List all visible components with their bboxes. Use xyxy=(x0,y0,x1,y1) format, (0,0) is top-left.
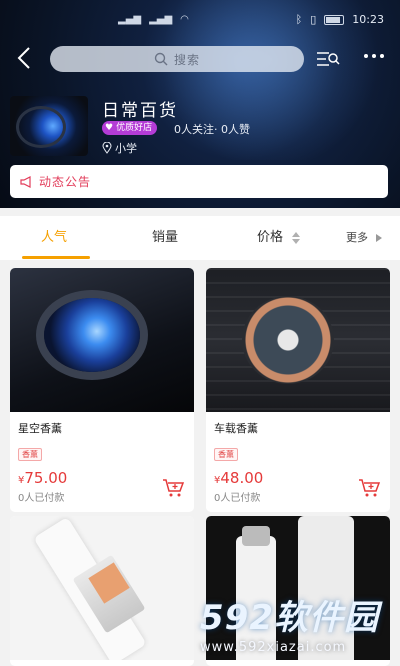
product-tag: 香薰 xyxy=(214,448,238,461)
product-card[interactable]: 车载香薰 香薰 ¥48.00 0人已付款 xyxy=(206,268,390,512)
search-placeholder: 搜索 xyxy=(173,52,200,67)
quality-shop-badge: ♥ 优质好店 xyxy=(102,121,158,135)
product-image xyxy=(10,268,194,412)
status-right: ᛒ ▯ 10:23 xyxy=(296,13,384,26)
price-value: 48.00 xyxy=(220,469,264,487)
tab-price[interactable]: 价格 xyxy=(257,216,283,260)
product-price: ¥75.00 xyxy=(18,468,67,487)
product-name: 星空香薰 xyxy=(18,422,62,435)
price-value: 75.00 xyxy=(24,469,68,487)
back-icon xyxy=(17,47,30,69)
cart-icon[interactable] xyxy=(358,478,382,498)
badge-label: 优质好店 xyxy=(116,123,153,133)
product-image xyxy=(206,268,390,412)
status-icons: ▂▄▆ ▂▄▆ ◠ xyxy=(118,14,189,25)
category-search-button[interactable] xyxy=(315,48,341,70)
location-label: 小学 xyxy=(115,142,137,155)
product-card[interactable]: 星空香薰 香薰 ¥75.00 0人已付款 xyxy=(10,268,194,512)
announcement-label: 动态公告 xyxy=(39,175,92,189)
sort-tabs: 人气 销量 价格 更多 xyxy=(0,216,400,260)
watermark-url: www.592xiazai.com xyxy=(200,640,347,655)
location-icon xyxy=(102,142,112,154)
search-icon xyxy=(154,52,168,66)
tab-more[interactable]: 更多 xyxy=(346,216,368,260)
product-image xyxy=(10,516,194,660)
back-button[interactable] xyxy=(12,44,36,74)
product-tag: 香薰 xyxy=(18,448,42,461)
shop-page: ▂▄▆ ▂▄▆ ◠ ᛒ ▯ 10:23 搜索 日常百货 ♥ 优质好店 0人关注·… xyxy=(0,0,400,666)
tab-sales[interactable]: 销量 xyxy=(152,216,178,260)
more-icon xyxy=(364,54,384,58)
follow-stats: 0人关注· 0人赞 xyxy=(174,123,250,136)
battery-icon xyxy=(324,14,345,25)
cart-icon[interactable] xyxy=(162,478,186,498)
announcement-bar[interactable]: 动态公告 xyxy=(10,165,388,198)
signal-icon: ▂▄▆ xyxy=(118,14,142,25)
status-bar: ▂▄▆ ▂▄▆ ◠ ᛒ ▯ 10:23 xyxy=(0,0,400,40)
product-card[interactable] xyxy=(10,516,194,666)
shop-name: 日常百货 xyxy=(102,101,178,121)
list-search-icon xyxy=(317,52,340,66)
clock: 10:23 xyxy=(352,13,384,26)
shop-header: ▂▄▆ ▂▄▆ ◠ ᛒ ▯ 10:23 搜索 日常百货 ♥ 优质好店 0人关注·… xyxy=(0,0,400,208)
shop-location: 小学 xyxy=(102,140,137,156)
watermark-logo: 592软件园 xyxy=(200,598,379,638)
wifi-icon: ◠ xyxy=(180,14,189,25)
top-nav: 搜索 xyxy=(0,42,400,78)
paid-count: 0人已付款 xyxy=(18,493,65,504)
sort-arrows-icon xyxy=(292,232,300,244)
more-arrow-icon xyxy=(376,234,382,242)
paid-count: 0人已付款 xyxy=(214,493,261,504)
more-button[interactable] xyxy=(358,44,390,70)
shop-logo xyxy=(10,96,88,156)
vibrate-icon: ▯ xyxy=(310,13,317,26)
active-tab-indicator xyxy=(22,256,90,259)
product-name: 车载香薰 xyxy=(214,422,258,435)
search-input[interactable]: 搜索 xyxy=(50,46,304,72)
heart-icon: ♥ xyxy=(105,123,114,133)
signal-icon: ▂▄▆ xyxy=(149,14,173,25)
bluetooth-icon: ᛒ xyxy=(295,13,303,26)
tab-popular[interactable]: 人气 xyxy=(41,216,67,260)
megaphone-icon xyxy=(20,175,31,188)
product-price: ¥48.00 xyxy=(214,468,263,487)
